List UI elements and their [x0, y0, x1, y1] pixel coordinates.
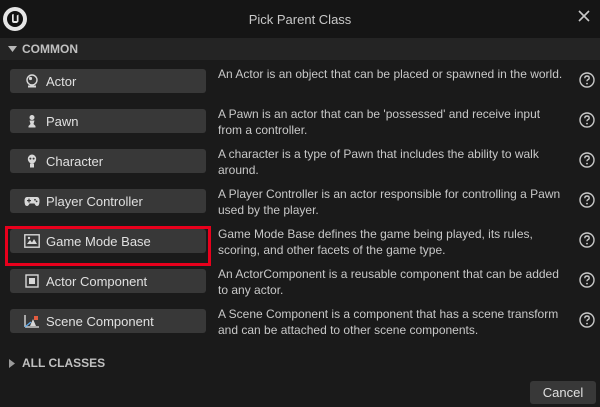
scene-component-button-label: Scene Component: [46, 313, 154, 329]
help-icon[interactable]: [579, 312, 595, 328]
player-controller-button[interactable]: Player Controller: [10, 189, 206, 213]
actor-button-label: Actor: [46, 73, 77, 89]
section-common[interactable]: COMMON: [0, 38, 600, 60]
actor-component-button-label: Actor Component: [46, 273, 148, 289]
actor-description: An Actor is an object that can be placed…: [218, 67, 563, 81]
pawn-button-label: Pawn: [46, 113, 79, 129]
character-description: A character is a type of Pawn that inclu…: [218, 147, 539, 177]
help-icon[interactable]: [579, 152, 595, 168]
help-icon[interactable]: [579, 192, 595, 208]
scene-component-button[interactable]: Scene Component: [10, 309, 206, 333]
actor-button[interactable]: Actor: [10, 69, 206, 93]
class-row-player-controller: Player Controller A Player Controller is…: [0, 182, 600, 222]
player-controller-description: A Player Controller is an actor responsi…: [218, 187, 561, 217]
class-row-character: Character A character is a type of Pawn …: [0, 142, 600, 182]
actor-component-description: An ActorComponent is a reusable componen…: [218, 267, 559, 297]
close-icon[interactable]: [574, 6, 594, 26]
actor-sphere-icon: [24, 73, 40, 89]
help-icon[interactable]: [579, 232, 595, 248]
section-common-label: COMMON: [22, 42, 78, 56]
section-all-classes[interactable]: ALL CLASSES: [0, 352, 600, 374]
gamepad-icon: [24, 193, 40, 209]
pawn-icon: [24, 113, 40, 129]
scene-component-description: A Scene Component is a component that ha…: [218, 307, 559, 337]
class-row-scene-component: Scene Component A Scene Component is a c…: [0, 302, 600, 342]
class-row-actor-component: Actor Component An ActorComponent is a r…: [0, 262, 600, 302]
help-icon[interactable]: [579, 272, 595, 288]
character-button[interactable]: Character: [10, 149, 206, 173]
character-button-label: Character: [46, 153, 104, 169]
help-icon[interactable]: [579, 112, 595, 128]
actor-component-icon: [24, 273, 40, 289]
dialog-title: Pick Parent Class: [248, 12, 352, 27]
pawn-description: A Pawn is an actor that can be 'possesse…: [218, 107, 541, 137]
title-bar: Pick Parent Class: [0, 0, 600, 38]
pawn-button[interactable]: Pawn: [10, 109, 206, 133]
selection-highlight: [5, 226, 211, 266]
actor-component-button[interactable]: Actor Component: [10, 269, 206, 293]
scene-component-icon: [24, 313, 40, 329]
chevron-right-icon: [7, 358, 17, 368]
class-row-pawn: Pawn A Pawn is an actor that can be 'pos…: [0, 102, 600, 142]
chevron-down-icon: [7, 44, 17, 54]
cancel-button[interactable]: Cancel: [530, 381, 596, 404]
section-all-classes-label: ALL CLASSES: [22, 356, 106, 370]
class-row-actor: Actor An Actor is an object that can be …: [0, 62, 600, 102]
player-controller-button-label: Player Controller: [46, 193, 143, 209]
game-mode-base-description: Game Mode Base defines the game being pl…: [218, 227, 533, 257]
character-icon: [24, 153, 40, 169]
help-icon[interactable]: [579, 72, 595, 88]
